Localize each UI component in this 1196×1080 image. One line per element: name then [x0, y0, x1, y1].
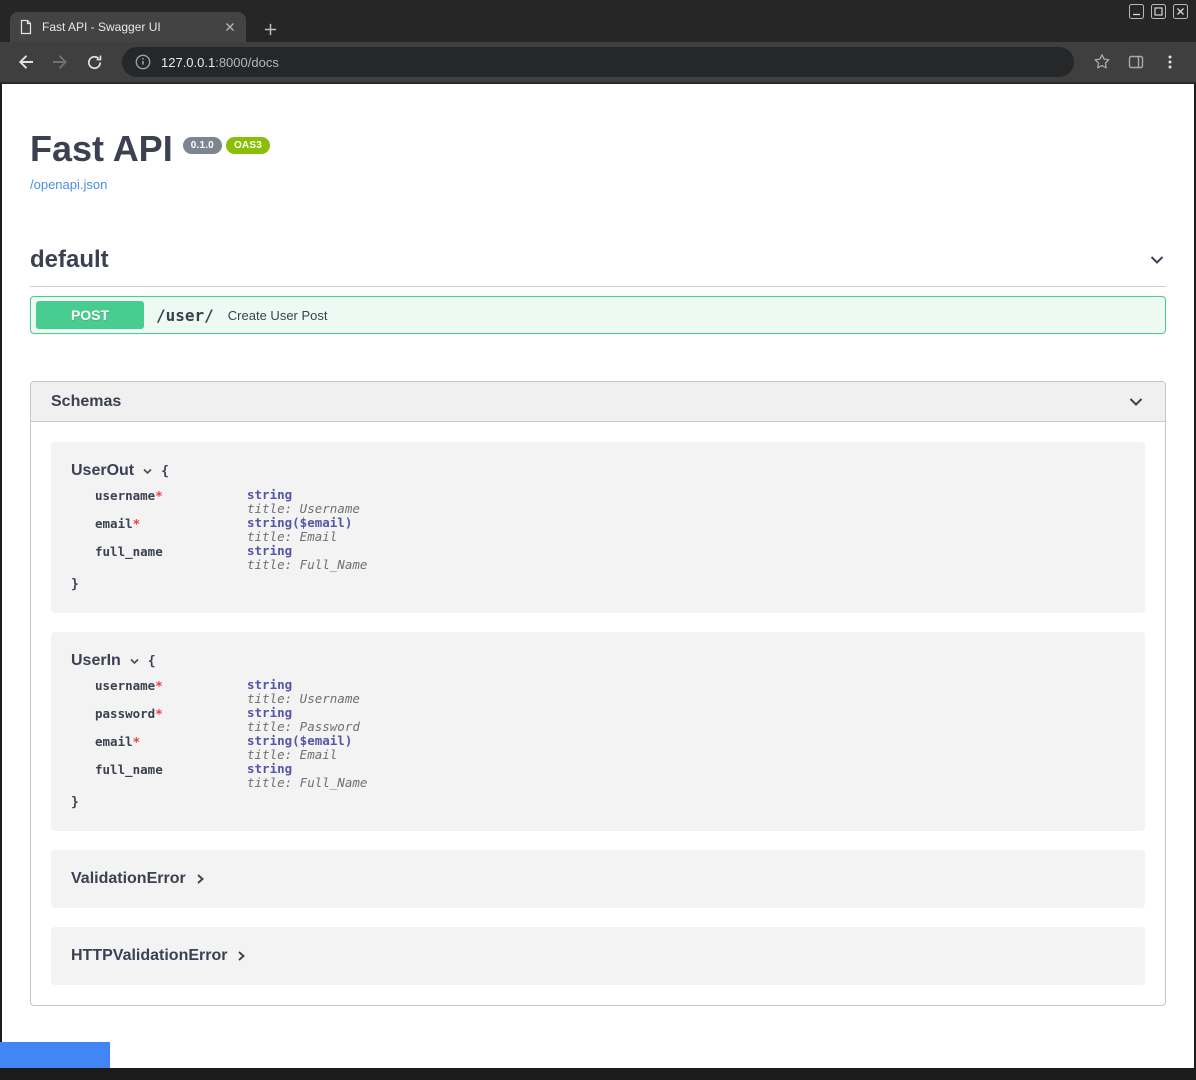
- chevron-down-icon: [1148, 251, 1166, 269]
- required-star: *: [133, 516, 141, 531]
- swagger-page: Fast API0.1.0OAS3 /openapi.json default …: [0, 84, 1196, 1068]
- schema-property: email* string($email) title: Email: [95, 516, 1125, 544]
- document-icon: [18, 19, 34, 35]
- open-brace: {: [148, 654, 156, 669]
- property-name: username*: [95, 488, 247, 516]
- oas3-badge: OAS3: [226, 137, 270, 154]
- required-star: *: [133, 734, 141, 749]
- tab-title: Fast API - Swagger UI: [42, 20, 214, 34]
- menu-dots-icon[interactable]: [1156, 48, 1184, 76]
- minimize-button[interactable]: [1129, 4, 1144, 19]
- open-brace: {: [161, 464, 169, 479]
- tag-name: default: [30, 246, 109, 274]
- chevron-down-icon: [1127, 393, 1145, 411]
- schema-property: password* string title: Password: [95, 706, 1125, 734]
- model-userin: UserIn { username* string title: Usernam…: [51, 632, 1145, 831]
- back-icon[interactable]: [12, 48, 40, 76]
- openapi-spec-link[interactable]: /openapi.json: [30, 177, 107, 192]
- schema-property: full_name string title: Full_Name: [95, 544, 1125, 572]
- model-toggle-httpvalidationerror[interactable]: HTTPValidationError: [71, 945, 1125, 967]
- model-toggle-userout[interactable]: UserOut {: [71, 460, 1125, 482]
- property-type: string: [247, 543, 292, 558]
- browser-toolbar: 127.0.0.1:8000/docs: [0, 42, 1196, 84]
- http-method-badge: POST: [36, 301, 144, 329]
- schemas-title: Schemas: [51, 393, 121, 411]
- model-name: UserOut: [71, 462, 134, 480]
- schema-property: username* string title: Username: [95, 488, 1125, 516]
- property-name: username*: [95, 678, 247, 706]
- new-tab-button[interactable]: [260, 19, 280, 39]
- property-name: password*: [95, 706, 247, 734]
- endpoint-path: /user/: [156, 306, 214, 325]
- property-title: title: Email: [247, 748, 352, 762]
- opblock-post-user[interactable]: POST /user/ Create User Post: [30, 296, 1166, 334]
- model-toggle-validationerror[interactable]: ValidationError: [71, 868, 1125, 890]
- close-window-button[interactable]: [1173, 4, 1188, 19]
- property-name: email*: [95, 516, 247, 544]
- model-name: ValidationError: [71, 870, 186, 888]
- schema-property: full_name string title: Full_Name: [95, 762, 1125, 790]
- model-toggle-userin[interactable]: UserIn {: [71, 650, 1125, 672]
- property-title: title: Full_Name: [247, 776, 367, 790]
- property-type: string: [247, 705, 292, 720]
- model-httpvalidationerror: HTTPValidationError: [51, 927, 1145, 985]
- property-title: title: Email: [247, 530, 352, 544]
- chevron-down-icon: [142, 466, 153, 477]
- property-name: full_name: [95, 762, 247, 790]
- property-title: title: Username: [247, 692, 360, 706]
- site-info-icon[interactable]: [134, 53, 152, 71]
- url-host: 127.0.0.1: [161, 55, 215, 70]
- property-title: title: Full_Name: [247, 558, 367, 572]
- model-name: UserIn: [71, 652, 121, 670]
- browser-tab[interactable]: Fast API - Swagger UI: [10, 12, 246, 42]
- required-star: *: [155, 678, 163, 693]
- window-controls: [1129, 4, 1188, 19]
- page-title: Fast API0.1.0OAS3: [30, 128, 1166, 170]
- property-format: ($email): [292, 515, 352, 530]
- property-name: email*: [95, 734, 247, 762]
- property-type: string: [247, 487, 292, 502]
- chevron-down-icon: [129, 656, 140, 667]
- reload-icon[interactable]: [80, 48, 108, 76]
- endpoint-summary: Create User Post: [228, 308, 328, 323]
- property-type: string: [247, 733, 292, 748]
- maximize-button[interactable]: [1151, 4, 1166, 19]
- model-name: HTTPValidationError: [71, 947, 227, 965]
- required-star: *: [155, 488, 163, 503]
- forward-icon[interactable]: [46, 48, 74, 76]
- api-info-block: Fast API0.1.0OAS3 /openapi.json: [30, 128, 1166, 194]
- property-title: title: Password: [247, 720, 360, 734]
- schema-property: username* string title: Username: [95, 678, 1125, 706]
- close-brace: }: [71, 577, 1125, 595]
- status-bubble: [0, 1042, 110, 1068]
- property-name: full_name: [95, 544, 247, 572]
- property-format: ($email): [292, 733, 352, 748]
- tag-section-default[interactable]: default: [30, 246, 1166, 287]
- schema-property: email* string($email) title: Email: [95, 734, 1125, 762]
- property-type: string: [247, 761, 292, 776]
- browser-chrome: Fast API - Swagger UI: [0, 0, 1196, 84]
- url-path: :8000/docs: [215, 55, 279, 70]
- close-brace: }: [71, 795, 1125, 813]
- chevron-right-icon: [235, 950, 247, 962]
- version-badge: 0.1.0: [183, 137, 222, 154]
- taskbar-edge: [0, 1068, 1196, 1080]
- bookmark-star-icon[interactable]: [1088, 48, 1116, 76]
- address-bar[interactable]: 127.0.0.1:8000/docs: [122, 47, 1074, 77]
- schemas-header[interactable]: Schemas: [31, 382, 1165, 422]
- property-title: title: Username: [247, 502, 360, 516]
- tab-strip: Fast API - Swagger UI: [0, 0, 1196, 42]
- chevron-right-icon: [194, 873, 206, 885]
- url-text: 127.0.0.1:8000/docs: [161, 55, 279, 70]
- model-userout: UserOut { username* string title: Userna…: [51, 442, 1145, 613]
- model-validationerror: ValidationError: [51, 850, 1145, 908]
- schemas-section: Schemas UserOut {: [30, 381, 1166, 1006]
- property-type: string: [247, 677, 292, 692]
- property-type: string: [247, 515, 292, 530]
- side-panel-icon[interactable]: [1122, 48, 1150, 76]
- models-list: UserOut { username* string title: Userna…: [31, 422, 1165, 1005]
- required-star: *: [155, 706, 163, 721]
- close-tab-icon[interactable]: [222, 19, 238, 35]
